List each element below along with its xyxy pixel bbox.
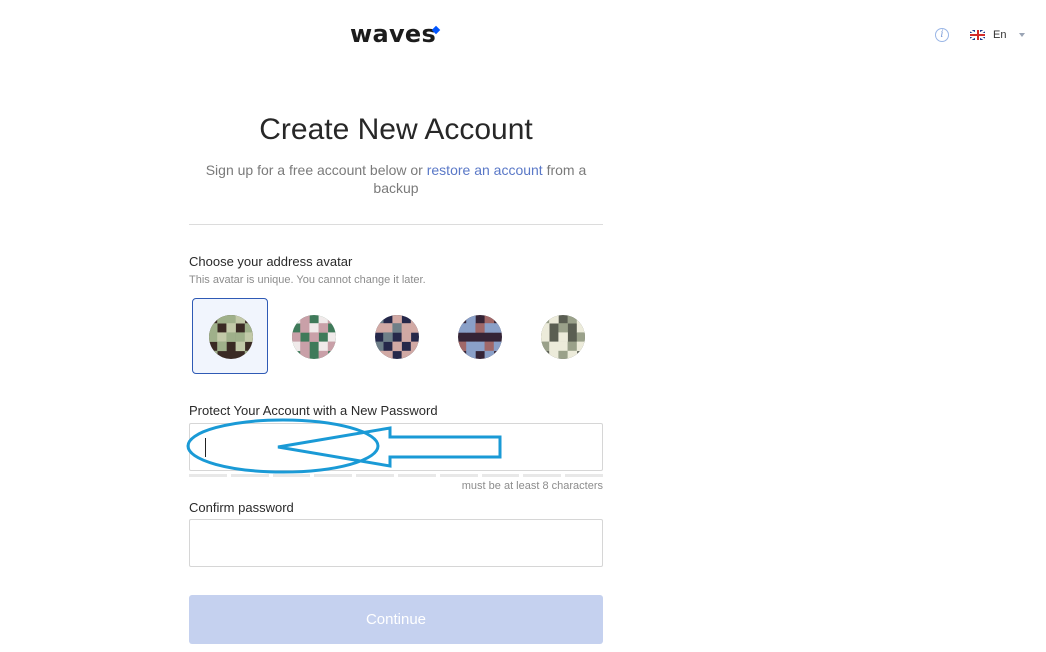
confirm-password-label: Confirm password [189,500,294,515]
uk-flag-icon [970,30,985,40]
avatar-identicon-icon [292,315,336,359]
avatar-option-1[interactable] [192,298,268,374]
language-label: En [993,29,1007,41]
chevron-down-icon[interactable] [1019,33,1025,37]
divider [189,224,603,225]
confirm-password-input[interactable] [189,519,603,567]
restore-account-link[interactable]: restore an account [427,162,543,178]
continue-button[interactable]: Continue [189,595,603,644]
create-account-page: waves i En Create New Account Sign up fo… [0,0,1046,652]
strength-segment [481,474,520,477]
strength-segment [565,474,603,477]
avatar-list [189,296,603,376]
avatar-identicon-icon [541,315,585,359]
strength-segment [272,474,311,477]
avatar-section-hint: This avatar is unique. You cannot change… [189,274,426,286]
password-min-length-hint: must be at least 8 characters [461,480,603,492]
strength-segment [189,474,227,477]
strength-segment [314,474,353,477]
password-strength-meter [189,474,603,477]
avatar-option-5[interactable] [524,298,600,374]
strength-segment [230,474,269,477]
avatar-identicon-icon [375,315,419,359]
text-cursor [205,438,206,457]
password-input[interactable] [189,423,603,471]
strength-segment [439,474,478,477]
strength-segment [398,474,436,477]
strength-segment [356,474,394,477]
language-selector[interactable]: En [970,28,1006,42]
password-label: Protect Your Account with a New Password [189,403,438,418]
avatar-section-label: Choose your address avatar [189,254,353,269]
strength-segment [523,474,562,477]
avatar-option-3[interactable] [358,298,434,374]
info-icon[interactable]: i [935,28,949,42]
avatar-identicon-icon [209,315,253,359]
avatar-option-4[interactable] [441,298,517,374]
avatar-identicon-icon [458,315,502,359]
subtitle-text-before: Sign up for a free account below or [205,162,427,178]
waves-logo: waves [350,20,437,48]
page-title: Create New Account [259,113,533,146]
page-subtitle: Sign up for a free account below or rest… [200,161,592,197]
avatar-option-2[interactable] [275,298,351,374]
